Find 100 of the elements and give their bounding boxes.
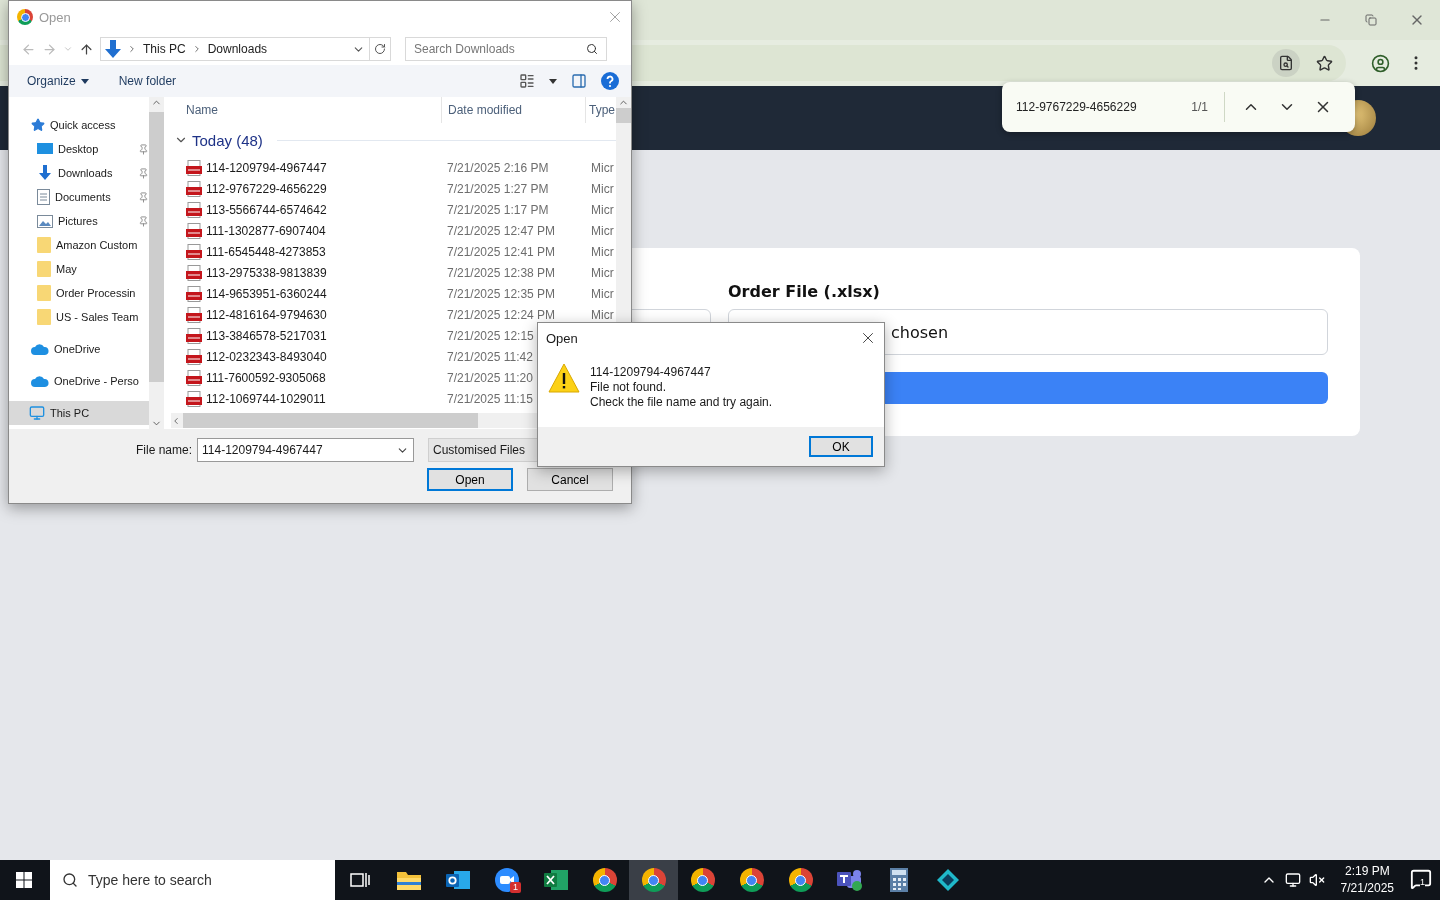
view-options-icon[interactable] <box>519 73 535 89</box>
star-icon <box>31 118 45 132</box>
nav-item[interactable]: Downloads <box>9 161 149 185</box>
field-label: Order File (.xlsx) <box>728 281 881 303</box>
organize-menu[interactable]: Organize <box>27 74 89 88</box>
menu-label: Organize <box>27 74 76 88</box>
taskbar-app-button[interactable] <box>629 860 678 900</box>
nav-item[interactable]: Order Processin <box>9 281 149 305</box>
scroll-left-icon[interactable] <box>171 415 181 426</box>
file-type: Micr <box>591 244 614 259</box>
pdf-file-icon <box>186 243 202 260</box>
file-name-field[interactable]: 114-1209794-4967447 <box>197 438 414 462</box>
app-icon[interactable] <box>935 868 960 892</box>
notifications-button[interactable]: 1 <box>1410 868 1434 892</box>
chrome-icon[interactable] <box>592 868 617 892</box>
file-date: 7/21/2025 1:17 PM <box>447 202 549 217</box>
refresh-button[interactable] <box>374 43 386 55</box>
muted-speaker-icon[interactable] <box>1308 872 1325 888</box>
clock[interactable]: 2:19 PM 7/21/2025 <box>1340 863 1394 897</box>
file-date: 7/21/2025 12:47 PM <box>447 223 556 238</box>
restore-icon[interactable] <box>1365 14 1377 26</box>
nav-item[interactable]: OneDrive <box>9 337 149 361</box>
search-placeholder: Type here to search <box>88 872 212 888</box>
taskbar-search-field[interactable]: Type here to search <box>50 860 335 900</box>
file-name[interactable]: 112-1069744-1029011 <box>206 391 326 406</box>
notification-badge: 1 <box>510 882 521 893</box>
nav-item[interactable]: This PC <box>9 401 149 425</box>
nav-item[interactable]: Documents <box>9 185 149 209</box>
cancel-button[interactable]: Cancel <box>527 468 613 491</box>
file-date: 7/21/2025 2:16 PM <box>447 160 549 175</box>
caret-icon[interactable] <box>549 78 557 84</box>
file-name[interactable]: 111-6545448-4273853 <box>206 244 326 259</box>
file-name[interactable]: 113-2975338-9813839 <box>206 265 327 280</box>
chrome-icon[interactable] <box>690 868 715 892</box>
nav-item[interactable]: May <box>9 257 149 281</box>
cloud-icon <box>31 375 49 387</box>
nav-item[interactable]: OneDrive - Perso <box>9 369 149 393</box>
chat-app-icon[interactable] <box>836 868 863 892</box>
chrome-icon[interactable] <box>788 868 813 892</box>
folder-icon <box>37 309 51 325</box>
file-type: Micr <box>591 265 614 280</box>
file-date: 7/21/2025 12:24 PM <box>447 307 556 322</box>
document-icon <box>37 189 50 205</box>
address-bar[interactable]: This PC Downloads <box>100 37 391 61</box>
file-name[interactable]: 112-0232343-8493040 <box>206 349 327 364</box>
nav-item[interactable]: Quick access <box>9 113 149 137</box>
group-header[interactable]: Today (48) <box>192 131 263 149</box>
chrome-icon[interactable] <box>641 868 666 892</box>
scroll-thumb[interactable] <box>183 413 478 428</box>
file-name[interactable]: 112-4816164-9794630 <box>206 307 327 322</box>
file-type: Micr <box>591 181 614 196</box>
folder-icon[interactable] <box>396 870 421 890</box>
file-date: 7/21/2025 12:38 PM <box>447 265 556 280</box>
help-icon[interactable] <box>601 72 619 90</box>
folder-icon <box>37 237 51 253</box>
file-name[interactable]: 113-5566744-6574642 <box>206 202 327 217</box>
find-query-field[interactable]: 112-9767229-4656229 <box>1016 100 1192 114</box>
file-name[interactable]: 111-7600592-9305068 <box>206 370 326 385</box>
open-button[interactable]: Open <box>427 468 513 491</box>
new-folder-button[interactable]: New folder <box>118 74 177 88</box>
folder-icon <box>37 261 51 277</box>
nav-item[interactable]: Pictures <box>9 209 149 233</box>
network-icon[interactable] <box>1284 872 1301 888</box>
message-text: 114-1209794-4967447 <box>590 365 712 380</box>
mail-app-icon[interactable] <box>445 869 470 891</box>
nav-item[interactable]: Amazon Custom <box>9 233 149 257</box>
breadcrumb-item[interactable]: Downloads <box>207 42 268 56</box>
pdf-file-icon <box>186 327 202 344</box>
pdf-file-icon <box>186 222 202 239</box>
breadcrumb-item[interactable]: This PC <box>143 42 186 56</box>
file-name[interactable]: 112-9767229-4656229 <box>206 181 327 196</box>
search-field[interactable]: Search Downloads <box>405 37 607 61</box>
folder-icon <box>37 285 51 301</box>
pdf-file-icon <box>186 390 202 407</box>
nav-item[interactable]: US - Sales Team <box>9 305 149 329</box>
column-header[interactable]: Name <box>164 97 441 123</box>
file-name[interactable]: 111-1302877-6907404 <box>206 223 326 238</box>
pdf-file-icon <box>186 201 202 218</box>
star-icon[interactable] <box>1315 54 1333 72</box>
file-name[interactable]: 113-3846578-5217031 <box>206 328 327 343</box>
column-header[interactable]: Date modified <box>441 97 585 123</box>
pdf-file-icon <box>186 159 202 176</box>
match-count: 1/1 <box>1191 100 1208 114</box>
task-view-icon[interactable] <box>349 871 370 889</box>
ok-button[interactable]: OK <box>809 436 873 457</box>
preview-pane-icon[interactable] <box>571 73 587 89</box>
up-button[interactable] <box>79 41 94 57</box>
file-name[interactable]: 114-9653951-6360244 <box>206 286 327 301</box>
scrollbar[interactable] <box>149 97 164 429</box>
file-name[interactable]: 114-1209794-4967447 <box>206 160 327 175</box>
taskbar-app-button[interactable]: 1 <box>482 860 531 900</box>
scroll-thumb[interactable] <box>616 108 631 123</box>
find-in-page-button[interactable] <box>1272 49 1300 77</box>
file-search-icon[interactable] <box>1278 55 1294 71</box>
nav-item[interactable]: Desktop <box>9 137 149 161</box>
chrome-icon[interactable] <box>739 868 764 892</box>
field-value: 114-1209794-4967447 <box>202 443 323 457</box>
calculator-icon[interactable] <box>889 868 908 892</box>
scroll-thumb[interactable] <box>149 112 164 382</box>
spreadsheet-app-icon[interactable] <box>543 869 568 891</box>
